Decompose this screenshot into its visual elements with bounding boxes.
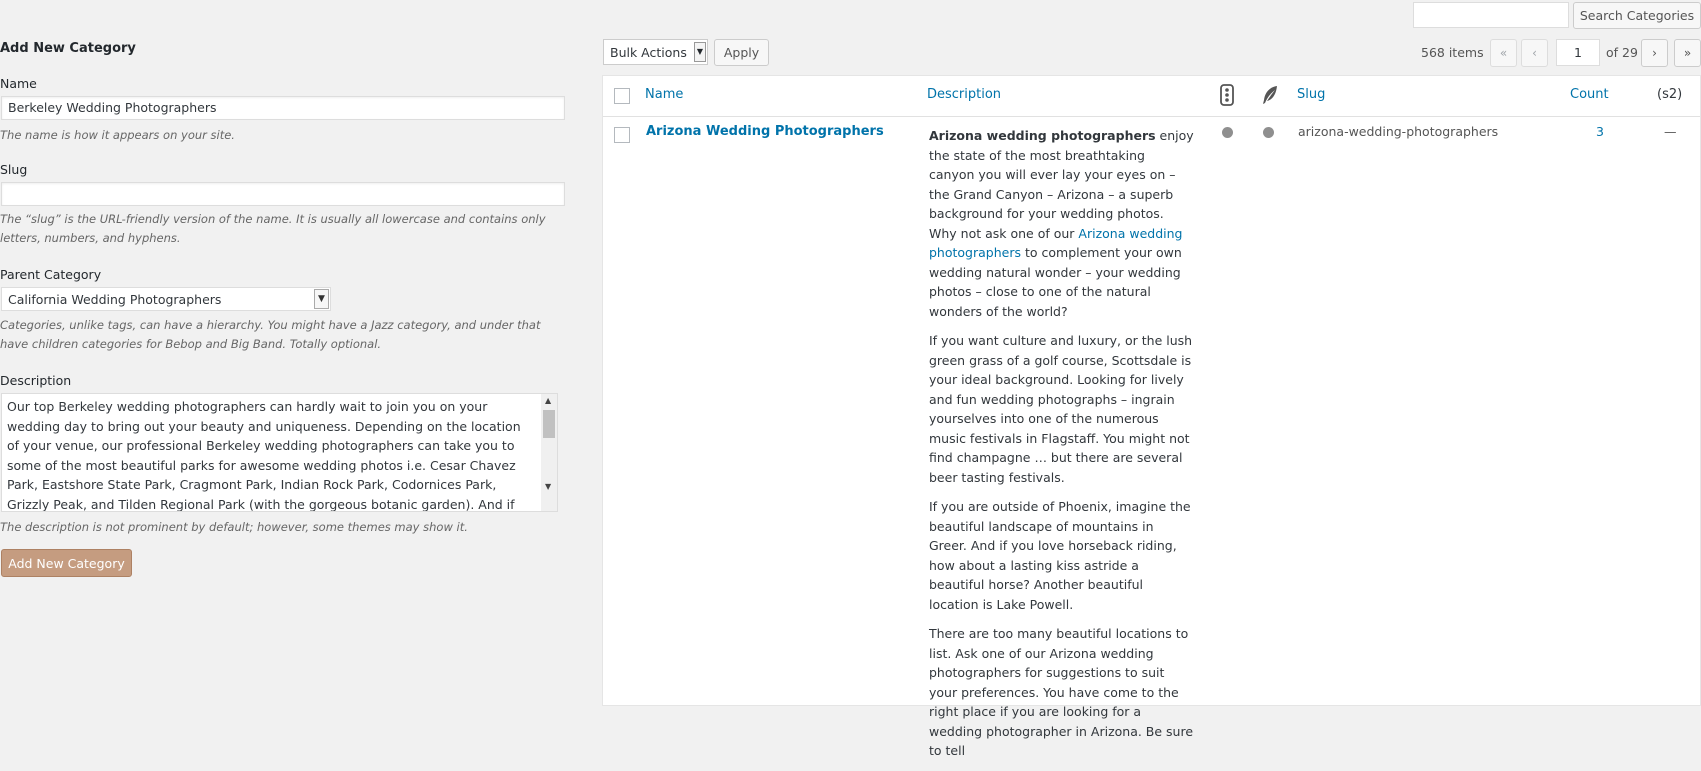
add-new-category-button[interactable]: Add New Category [1, 549, 132, 577]
description-text: Our top Berkeley wedding photographers c… [7, 399, 521, 512]
status-dot-icon [1263, 127, 1274, 138]
description-paragraph: Arizona wedding photographers enjoy the … [929, 126, 1194, 321]
select-all-checkbox[interactable] [614, 88, 630, 104]
items-count: 568 items [1421, 45, 1484, 60]
scroll-up-icon[interactable]: ▲ [545, 396, 551, 405]
column-description[interactable]: Description [927, 87, 1001, 102]
chevron-down-icon[interactable]: ▼ [694, 42, 706, 62]
search-categories-button[interactable]: Search Categories [1573, 2, 1701, 29]
row-checkbox[interactable] [614, 127, 630, 143]
slug-input[interactable] [1, 182, 565, 206]
description-text: enjoy the state of the most breathtaking… [929, 128, 1194, 241]
slug-label: Slug [0, 162, 28, 177]
first-page-button[interactable]: « [1490, 39, 1517, 67]
name-input[interactable]: Berkeley Wedding Photographers [1, 96, 565, 120]
bulk-actions-select[interactable]: Bulk Actions ▼ [603, 39, 708, 65]
scroll-down-icon[interactable]: ▼ [545, 482, 551, 491]
column-slug[interactable]: Slug [1297, 87, 1325, 102]
category-slug: arizona-wedding-photographers [1298, 124, 1499, 139]
category-name-link[interactable]: Arizona Wedding Photographers [646, 124, 884, 139]
last-page-button[interactable]: » [1674, 39, 1701, 67]
next-page-button[interactable]: › [1641, 39, 1668, 67]
category-description: Arizona wedding photographers enjoy the … [929, 126, 1194, 771]
column-count[interactable]: Count [1570, 87, 1609, 102]
category-count-link[interactable]: 3 [1596, 124, 1604, 139]
traffic-light-icon [1219, 84, 1235, 110]
category-s2: — [1664, 124, 1677, 139]
slug-help: The “slug” is the URL-friendly version o… [0, 212, 546, 245]
name-label: Name [0, 76, 37, 91]
parent-category-label: Parent Category [0, 267, 102, 282]
description-bold: Arizona wedding photographers [929, 128, 1156, 143]
description-paragraph: If you want culture and luxury, or the l… [929, 333, 1193, 485]
table-header: Name Description Slug Count (s2) [603, 76, 1700, 117]
description-scrollbar[interactable]: ▲ ▼ [541, 394, 557, 511]
prev-page-button[interactable]: ‹ [1521, 39, 1548, 67]
current-page-input[interactable]: 1 [1556, 39, 1600, 66]
status-dot-icon [1222, 127, 1233, 138]
feather-icon [1260, 84, 1280, 110]
search-input[interactable] [1413, 2, 1569, 28]
column-s2: (s2) [1657, 87, 1683, 102]
description-paragraph: There are too many beautiful locations t… [929, 626, 1194, 758]
parent-category-select[interactable]: California Wedding Photographers ▼ [1, 287, 331, 311]
parent-category-value: California Wedding Photographers [8, 292, 222, 307]
chevron-down-icon[interactable]: ▼ [314, 289, 329, 309]
description-label: Description [0, 373, 72, 388]
apply-button[interactable]: Apply [714, 39, 769, 66]
column-name[interactable]: Name [645, 87, 683, 102]
name-help: The name is how it appears on your site. [0, 128, 235, 142]
description-paragraph: If you are outside of Phoenix, imagine t… [929, 499, 1191, 612]
bulk-actions-value: Bulk Actions [610, 45, 687, 60]
scroll-thumb[interactable] [543, 410, 555, 438]
description-textarea[interactable]: Our top Berkeley wedding photographers c… [1, 393, 558, 512]
description-help: The description is not prominent by defa… [0, 520, 468, 534]
categories-table: Name Description Slug Count (s2) Arizona… [602, 75, 1701, 758]
parent-category-help: Categories, unlike tags, can have a hier… [0, 318, 541, 351]
total-pages: of 29 [1606, 45, 1638, 60]
form-title: Add New Category [0, 41, 136, 56]
